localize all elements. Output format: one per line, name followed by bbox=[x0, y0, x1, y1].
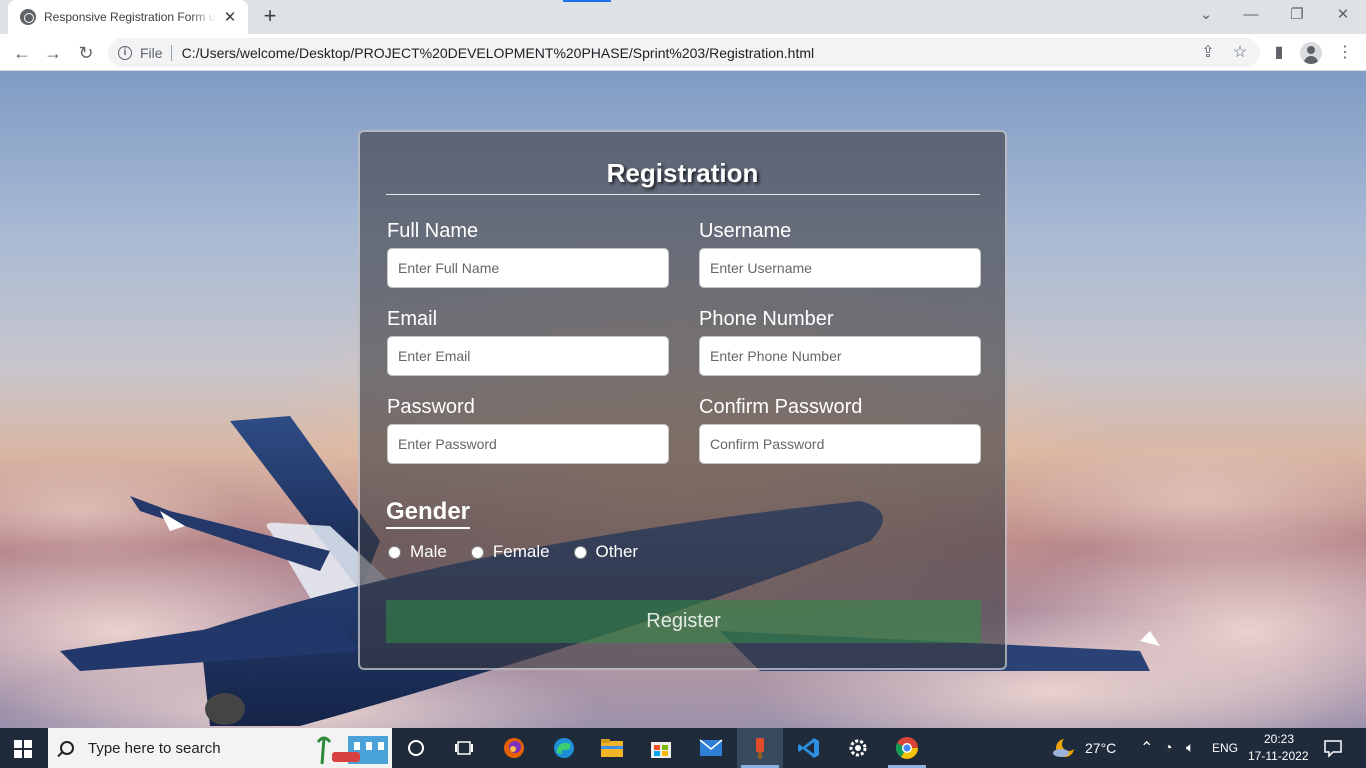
url-text[interactable]: C:/Users/welcome/Desktop/PROJECT%20DEVEL… bbox=[182, 45, 815, 61]
confirm-password-input[interactable] bbox=[699, 424, 981, 464]
title-divider bbox=[386, 194, 980, 195]
phone-input[interactable] bbox=[699, 336, 981, 376]
form-title: Registration bbox=[606, 158, 759, 188]
forward-icon[interactable]: → bbox=[40, 40, 66, 66]
page-background: Registration Full Name Username Email Ph… bbox=[0, 71, 1366, 728]
female-label: Female bbox=[492, 542, 550, 561]
female-radio[interactable] bbox=[470, 545, 484, 559]
male-label: Male bbox=[410, 542, 447, 561]
firefox-icon[interactable] bbox=[500, 734, 528, 762]
language-indicator[interactable]: ENG bbox=[1212, 741, 1238, 755]
share-icon[interactable]: ⇪ bbox=[1197, 42, 1219, 64]
wifi-icon[interactable]: ◔ bbox=[1164, 739, 1172, 755]
email-field: Email bbox=[387, 306, 669, 376]
windows-start-icon[interactable] bbox=[14, 740, 32, 758]
back-icon[interactable]: ← bbox=[9, 40, 35, 66]
side-panel-icon[interactable]: ▮ bbox=[1268, 42, 1290, 64]
search-placeholder: Type here to search bbox=[88, 739, 221, 757]
email-input[interactable] bbox=[387, 336, 669, 376]
file-explorer-icon[interactable] bbox=[598, 734, 626, 762]
tab-search-icon[interactable]: ⌄ bbox=[1186, 4, 1226, 28]
taskbar: Type here to search 27°C ⌃ ◔ 🔈︎ ENG 20:2… bbox=[0, 728, 1366, 768]
other-label: Other bbox=[595, 542, 639, 561]
file-label: File bbox=[140, 44, 163, 61]
full-name-label: Full Name bbox=[387, 220, 479, 242]
store-icon[interactable] bbox=[647, 734, 675, 762]
browser-toolbar: ← → ↻ i File C:/Users/welcome/Desktop/PR… bbox=[0, 34, 1366, 71]
full-name-field: Full Name bbox=[387, 218, 669, 288]
phone-label: Phone Number bbox=[699, 308, 834, 330]
tab-strip: Responsive Registration Form using HTML … bbox=[0, 0, 1366, 34]
clock-time[interactable]: 20:23 bbox=[1264, 732, 1294, 746]
edge-icon[interactable] bbox=[550, 734, 578, 762]
full-name-input[interactable] bbox=[387, 248, 669, 288]
username-input[interactable] bbox=[699, 248, 981, 288]
browser-tab[interactable]: Responsive Registration Form using HTML … bbox=[8, 0, 248, 34]
task-view-icon[interactable] bbox=[450, 734, 478, 762]
confirm-password-label: Confirm Password bbox=[699, 396, 863, 418]
volume-icon[interactable]: 🔈︎ bbox=[1186, 739, 1194, 756]
show-hidden-icons-chevron-icon[interactable]: ⌃ bbox=[1140, 738, 1153, 758]
search-highlight-icon[interactable] bbox=[314, 730, 390, 766]
gender-option-other[interactable]: Other bbox=[573, 542, 639, 562]
password-field: Password bbox=[387, 394, 669, 464]
tab-close-icon[interactable]: ✕ bbox=[222, 8, 238, 26]
close-window-button[interactable]: ✕ bbox=[1323, 4, 1363, 28]
mail-icon[interactable] bbox=[697, 734, 725, 762]
male-radio[interactable] bbox=[388, 545, 401, 559]
info-icon[interactable]: i bbox=[118, 45, 132, 60]
settings-gear-icon[interactable] bbox=[844, 734, 872, 762]
weather-moon-icon[interactable] bbox=[1050, 734, 1078, 762]
registration-card: Registration Full Name Username Email Ph… bbox=[358, 130, 1007, 670]
weather-temperature[interactable]: 27°C bbox=[1085, 740, 1116, 756]
gender-option-male[interactable]: Male bbox=[388, 542, 447, 562]
menu-kebab-icon[interactable]: ⋮ bbox=[1334, 42, 1356, 64]
bookmark-star-icon[interactable]: ☆ bbox=[1229, 42, 1251, 64]
password-input[interactable] bbox=[387, 424, 669, 464]
vscode-icon[interactable] bbox=[795, 734, 823, 762]
tab-indicator bbox=[563, 0, 611, 2]
restore-button[interactable]: ❐ bbox=[1277, 4, 1317, 28]
register-button[interactable]: Register bbox=[386, 600, 981, 643]
notification-icon[interactable] bbox=[1319, 734, 1347, 762]
gender-options: Male Female Other bbox=[388, 541, 662, 563]
other-radio[interactable] bbox=[573, 545, 587, 559]
password-label: Password bbox=[387, 396, 475, 418]
username-label: Username bbox=[699, 220, 792, 242]
globe-icon bbox=[20, 9, 36, 25]
email-label: Email bbox=[387, 308, 438, 330]
gender-option-female[interactable]: Female bbox=[470, 542, 550, 562]
minimize-button[interactable]: — bbox=[1231, 4, 1271, 28]
confirm-password-field: Confirm Password bbox=[699, 394, 981, 464]
address-bar[interactable]: i File C:/Users/welcome/Desktop/PROJECT%… bbox=[108, 38, 1260, 67]
profile-avatar-icon[interactable] bbox=[1300, 42, 1322, 64]
search-icon bbox=[60, 741, 74, 755]
tab-title: Responsive Registration Form using HTML … bbox=[44, 10, 216, 24]
phone-field: Phone Number bbox=[699, 306, 981, 376]
username-field: Username bbox=[699, 218, 981, 288]
separator bbox=[170, 44, 172, 61]
clock-date[interactable]: 17-11-2022 bbox=[1248, 749, 1309, 763]
gender-heading: Gender bbox=[386, 498, 471, 529]
cortana-icon[interactable] bbox=[402, 734, 430, 762]
reload-icon[interactable]: ↻ bbox=[73, 40, 99, 66]
new-tab-button[interactable]: + bbox=[258, 4, 282, 28]
paint-app-icon[interactable] bbox=[746, 734, 774, 762]
chrome-icon[interactable] bbox=[893, 734, 921, 762]
